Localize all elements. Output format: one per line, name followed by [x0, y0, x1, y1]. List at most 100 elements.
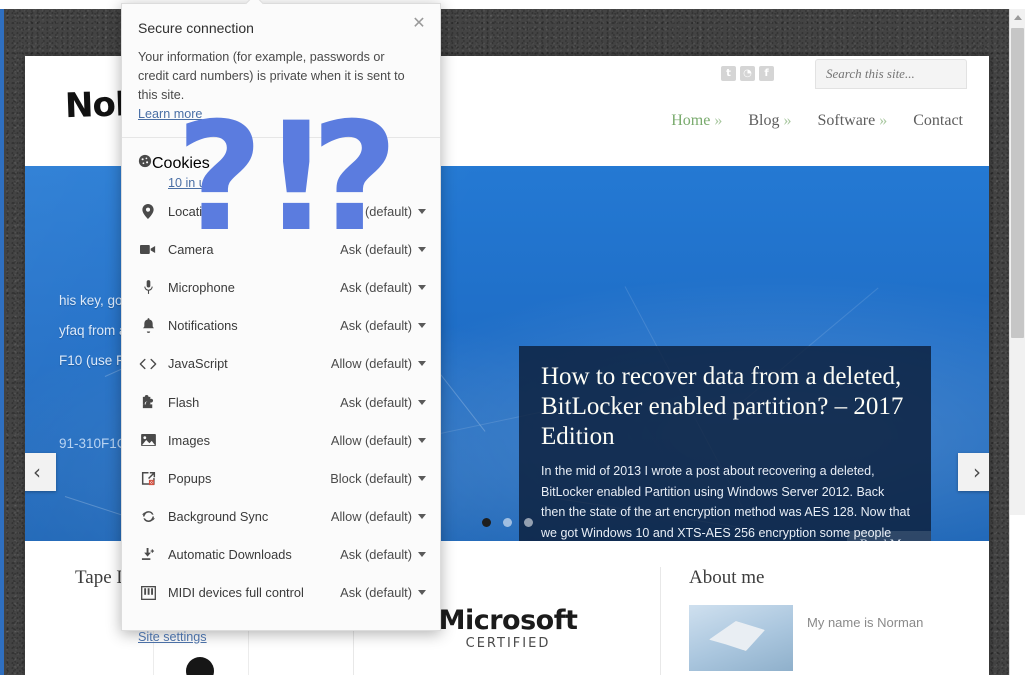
permission-label: Location — [168, 203, 217, 219]
permission-value-dropdown[interactable]: Allow (default) — [331, 433, 426, 448]
bell-icon — [138, 318, 158, 334]
permission-label: Popups — [168, 470, 212, 486]
about-me-text: My name is Norman — [807, 615, 924, 630]
bubble-header: Secure connection Your information (for … — [122, 4, 440, 138]
midi-keyboard-icon — [138, 585, 158, 600]
permission-value-dropdown[interactable]: Ask (default) — [340, 547, 426, 562]
slider-next-button[interactable]: › — [958, 453, 989, 491]
page-left-blue-edge — [0, 9, 4, 675]
site-settings-row: Site settings — [122, 612, 440, 646]
image-icon — [138, 434, 158, 447]
cookies-row: Cookies 10 in use — [122, 146, 440, 192]
chevron-icon: » — [783, 112, 792, 129]
permission-row-popups[interactable]: Popups Block (default) — [122, 459, 440, 497]
secure-connection-description: Your information (for example, passwords… — [138, 50, 405, 102]
chevron-down-icon — [418, 514, 426, 520]
site-search[interactable] — [815, 59, 989, 89]
chevron-down-icon — [418, 208, 426, 214]
learn-more-link[interactable]: Learn more — [138, 107, 202, 121]
sync-refresh-icon — [138, 509, 158, 524]
permission-row-microphone[interactable]: Microphone Ask (default) — [122, 268, 440, 306]
permission-label: Background Sync — [168, 509, 269, 525]
cookies-in-use-link[interactable]: 10 in use — [168, 176, 219, 190]
slider-excerpt: In the mid of 2013 I wrote a post about … — [541, 464, 910, 540]
about-me-block: My name is Norman — [689, 605, 941, 671]
site-settings-link[interactable]: Site settings — [138, 630, 207, 644]
chevron-down-icon — [418, 323, 426, 329]
permission-row-background-sync[interactable]: Background Sync Allow (default) — [122, 498, 440, 536]
slider-caption: How to recover data from a deleted, BitL… — [519, 346, 931, 541]
permission-label: Images — [168, 432, 210, 448]
avatar — [689, 605, 793, 671]
slider-dot-3[interactable] — [523, 518, 533, 527]
scrollbar-thumb[interactable] — [1011, 28, 1024, 338]
chevron-down-icon — [418, 284, 426, 290]
chevron-icon: » — [879, 112, 888, 129]
cookie-icon — [138, 154, 152, 173]
nav-item-home[interactable]: Home » — [671, 112, 722, 130]
permission-value-dropdown[interactable]: Ask (default) — [340, 395, 426, 410]
permission-row-midi[interactable]: MIDI devices full control Ask (default) — [122, 574, 440, 612]
page-scrollbar[interactable] — [1009, 9, 1025, 675]
permission-label: Camera — [168, 241, 214, 257]
permission-row-javascript[interactable]: JavaScript Allow (default) — [122, 345, 440, 383]
column-title-about: About me — [689, 567, 765, 588]
slider-dot-1[interactable] — [481, 518, 491, 527]
search-input[interactable] — [816, 66, 989, 82]
chevron-down-icon — [418, 475, 426, 481]
permission-value-dropdown[interactable]: Ask (default) — [340, 204, 426, 219]
permission-value-dropdown[interactable]: Ask (default) — [340, 318, 426, 333]
puzzle-piece-icon — [138, 394, 158, 410]
popup-blocked-icon — [138, 471, 158, 486]
permission-row-flash[interactable]: Flash Ask (default) — [122, 383, 440, 421]
screenshot-root: NoR t ◔ f Home » Blog » Software » Conta… — [0, 0, 1025, 675]
permission-value-dropdown[interactable]: Ask (default) — [340, 585, 426, 600]
permission-label: MIDI devices full control — [168, 585, 304, 601]
chevron-down-icon — [418, 361, 426, 367]
permission-value-dropdown[interactable]: Ask (default) — [340, 280, 426, 295]
nav-label-contact: Contact — [913, 112, 963, 129]
microphone-icon — [138, 280, 158, 295]
facebook-icon[interactable]: f — [759, 66, 774, 81]
permission-row-notifications[interactable]: Notifications Ask (default) — [122, 307, 440, 345]
permission-row-automatic-downloads[interactable]: Automatic Downloads Ask (default) — [122, 536, 440, 574]
nav-label-software: Software — [817, 112, 876, 129]
download-icon — [138, 547, 158, 562]
scrollbar-track-bottom[interactable] — [1010, 515, 1025, 675]
nav-label-home: Home — [671, 112, 711, 129]
slider-prev-button[interactable]: ‹ — [25, 453, 56, 491]
slider-dot-2[interactable] — [502, 518, 512, 527]
chevron-left-icon: ‹ — [33, 460, 41, 484]
nav-label-blog: Blog — [748, 112, 780, 129]
nav-item-software[interactable]: Software » — [817, 112, 887, 130]
permission-label: Notifications — [168, 318, 238, 334]
rss-icon[interactable]: ◔ — [740, 66, 755, 81]
secure-connection-title: Secure connection — [138, 20, 254, 36]
permission-row-camera[interactable]: Camera Ask (default) — [122, 230, 440, 268]
scroll-up-arrow-icon[interactable] — [1010, 9, 1025, 26]
twitter-icon[interactable]: t — [721, 66, 736, 81]
chevron-down-icon — [418, 590, 426, 596]
permission-value-dropdown[interactable]: Allow (default) — [331, 509, 426, 524]
social-links: t ◔ f — [721, 66, 774, 81]
permissions-list: Cookies 10 in use Location Ask (default)… — [122, 138, 440, 646]
chevron-down-icon — [418, 399, 426, 405]
permission-value-dropdown[interactable]: Allow (default) — [331, 356, 426, 371]
main-nav: Home » Blog » Software » Contact — [671, 112, 963, 130]
permission-value-dropdown[interactable]: Ask (default) — [340, 242, 426, 257]
permission-label: Flash — [168, 394, 200, 410]
location-pin-icon — [138, 203, 158, 219]
close-icon[interactable]: ✕ — [408, 12, 430, 34]
camera-icon — [138, 244, 158, 255]
chevron-down-icon — [418, 246, 426, 252]
permission-row-location[interactable]: Location Ask (default) — [122, 192, 440, 230]
chevron-down-icon — [418, 552, 426, 558]
nav-item-blog[interactable]: Blog » — [748, 112, 791, 130]
permission-row-images[interactable]: Images Allow (default) — [122, 421, 440, 459]
chevron-icon: » — [714, 112, 723, 129]
read-more-button[interactable]: Read More — [846, 531, 931, 541]
permission-label: Automatic Downloads — [168, 547, 292, 563]
permission-value-dropdown[interactable]: Block (default) — [330, 471, 426, 486]
nav-item-contact[interactable]: Contact — [913, 112, 963, 130]
chevron-down-icon — [418, 437, 426, 443]
